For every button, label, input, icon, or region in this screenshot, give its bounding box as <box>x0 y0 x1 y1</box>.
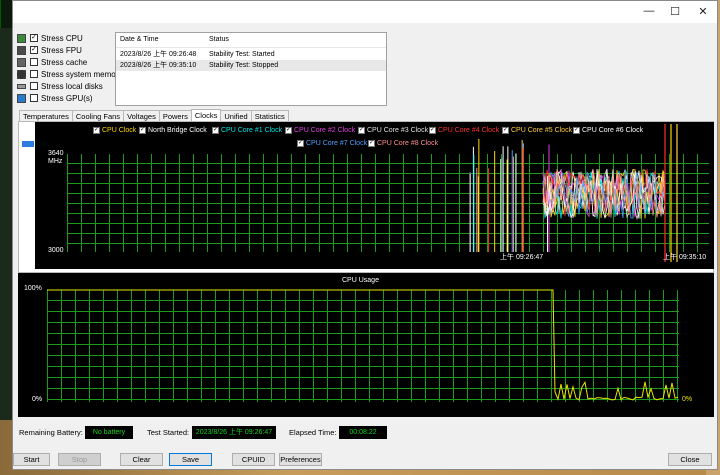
stress-cpu-label: Stress CPU <box>41 33 83 43</box>
window-close-button[interactable]: ✕ <box>689 1 717 21</box>
stress-cache-checkbox[interactable] <box>30 58 38 66</box>
stress-memory-checkbox[interactable] <box>30 70 38 78</box>
usage-y-min-label: 0% <box>32 396 43 403</box>
cpuid-button[interactable]: CPUID <box>232 453 275 466</box>
cpu-usage-line <box>47 289 679 402</box>
minimize-button[interactable]: — <box>635 1 663 21</box>
test-log-table[interactable]: Date & Time Status 2023/8/26 上午 09:26:48… <box>115 32 387 106</box>
stop-button[interactable]: Stop <box>58 453 101 466</box>
stress-gpu-option[interactable]: Stress GPU(s) <box>17 92 93 104</box>
stress-gpu-label: Stress GPU(s) <box>41 93 93 103</box>
start-button[interactable]: Start <box>13 453 50 466</box>
stress-disks-checkbox[interactable] <box>30 82 38 90</box>
battery-value: No battery <box>85 426 133 439</box>
clock-chart: ✓ CPU Clock ✓ North Bridge Clock ✓ CPU Core #… <box>35 122 714 269</box>
gpu-icon <box>17 93 26 103</box>
log-header: Date & Time Status <box>116 33 386 48</box>
clock-chart-plot <box>469 124 678 262</box>
cpu-usage-plot <box>47 289 679 402</box>
clock-y-unit-label: MHz <box>48 158 63 165</box>
log-datetime: 2023/8/26 上午 09:26:48 <box>120 51 197 58</box>
cpu-icon <box>17 33 26 43</box>
save-button[interactable]: Save <box>169 453 212 466</box>
cpu-usage-chart: CPU Usage 100% 0% 0% <box>18 273 714 417</box>
usage-current-label: 0% <box>682 396 693 403</box>
stress-memory-label: Stress system memory <box>41 69 123 79</box>
maximize-button[interactable]: ☐ <box>661 1 689 21</box>
stress-cpu-checkbox[interactable]: ✓ <box>30 34 38 42</box>
preferences-button[interactable]: Preferences <box>279 453 322 466</box>
disk-icon <box>17 83 26 89</box>
log-datetime: 2023/8/26 上午 09:35:10 <box>120 62 197 69</box>
log-status: Stability Test: Started <box>209 51 275 58</box>
stress-fpu-label: Stress FPU <box>41 45 82 55</box>
stress-disks-label: Stress local disks <box>41 81 103 91</box>
stress-fpu-option[interactable]: ✓ Stress FPU <box>17 44 82 56</box>
test-started-label: Test Started: <box>147 428 190 437</box>
stress-fpu-checkbox[interactable]: ✓ <box>30 46 38 54</box>
stress-disks-option[interactable]: Stress local disks <box>17 80 103 92</box>
datetime-column-header[interactable]: Date & Time <box>120 36 159 43</box>
selected-sensor-item[interactable] <box>22 141 34 147</box>
log-row[interactable]: 2023/8/26 上午 09:26:48 Stability Test: St… <box>116 49 386 60</box>
usage-y-max-label: 100% <box>24 285 42 292</box>
status-column-header[interactable]: Status <box>209 36 229 43</box>
test-started-value: 2023/8/26 上午 09:26:47 <box>192 426 276 439</box>
elapsed-time-label: Elapsed Time: <box>289 428 337 437</box>
stress-cache-option[interactable]: Stress cache <box>17 56 87 68</box>
clock-y-min-label: 3000 <box>48 247 64 254</box>
cache-icon <box>17 57 26 67</box>
elapsed-time-value: 00:08:22 <box>339 426 387 439</box>
stress-cache-label: Stress cache <box>41 57 88 67</box>
clock-time-start-label: 上午 09:26:47 <box>500 254 544 261</box>
stress-gpu-checkbox[interactable] <box>30 94 38 102</box>
desktop-background <box>0 0 12 475</box>
sensor-selector-list[interactable] <box>21 124 35 270</box>
log-row[interactable]: 2023/8/26 上午 09:35:10 Stability Test: St… <box>116 60 386 71</box>
fpu-icon <box>17 45 26 55</box>
stress-memory-option[interactable]: Stress system memory <box>17 68 122 80</box>
clear-button[interactable]: Clear <box>120 453 163 466</box>
clock-time-end-label: 上午 09:35:10 <box>663 254 707 261</box>
title-bar: — ☐ ✕ <box>13 1 717 23</box>
battery-label: Remaining Battery: <box>19 428 83 437</box>
log-status: Stability Test: Stopped <box>209 62 279 69</box>
stability-test-window: — ☐ ✕ ✓ Stress CPU ✓ Stress FPU Stress c… <box>12 0 718 470</box>
stress-cpu-option[interactable]: ✓ Stress CPU <box>17 32 83 44</box>
close-button[interactable]: Close <box>668 453 712 466</box>
clock-y-max-label: 3640 <box>48 150 64 157</box>
memory-icon <box>17 69 26 79</box>
